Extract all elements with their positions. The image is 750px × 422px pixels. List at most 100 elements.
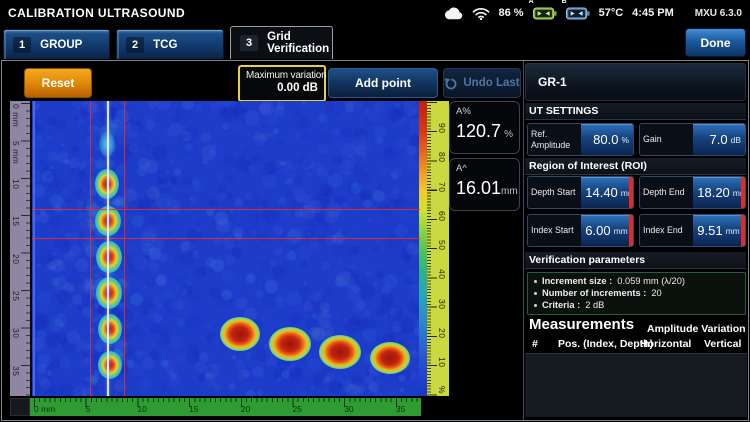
index-cursor-line: [107, 101, 109, 396]
tab-tcg-number: 2: [126, 36, 145, 53]
axis-label: 10: [11, 178, 21, 190]
ruler-corner: [10, 398, 30, 416]
undo-last-button[interactable]: Undo Last: [443, 68, 521, 98]
group-selector[interactable]: GR-1: [525, 63, 746, 101]
scan-edge-line: [33, 101, 35, 396]
axis-label: 0 mm: [11, 104, 21, 128]
measurements-table: [525, 353, 747, 417]
depth-end-field[interactable]: Depth End 18.20 mm: [639, 176, 746, 209]
axis-label: 60: [437, 210, 447, 222]
ref-amplitude-value: 80.0: [593, 132, 619, 147]
gain-value: 7.0: [709, 132, 728, 147]
gain-label: Gain: [640, 124, 694, 155]
done-button[interactable]: Done: [685, 28, 746, 57]
depth-end-value: 18.20: [697, 185, 730, 200]
axis-label: 40: [437, 269, 447, 280]
temperature: 57°C: [598, 7, 624, 19]
axis-label: 15: [189, 404, 199, 414]
depth-end-unit: mm: [732, 187, 746, 198]
axis-label: 30: [437, 298, 447, 309]
calibration-screen: CALIBRATION ULTRASOUND 86 % A B 57°C 4:4…: [0, 0, 750, 422]
depth-end-label: Depth End: [640, 177, 694, 208]
axis-label: 70: [437, 181, 447, 192]
col-header-vertical: Vertical: [704, 338, 742, 350]
axis-label: 5: [85, 404, 91, 414]
battery-a-icon: A: [529, 0, 557, 20]
axis-label: 20: [437, 327, 447, 339]
amplitude-palette: [419, 101, 427, 396]
index-start-field[interactable]: Index Start 6.00 mm: [527, 214, 634, 247]
gain-field[interactable]: Gain 7.0 dB: [639, 123, 746, 156]
depth-start-label: Depth Start: [528, 177, 582, 208]
bullet-icon: [534, 291, 537, 295]
index-end-field[interactable]: Index End 9.51 mm: [639, 214, 746, 247]
ref-amplitude-field[interactable]: Ref. Amplitude 80.0 %: [527, 123, 634, 156]
amplitude-ruler: 90 80 70 60 50 40 30 20 10 0 %: [427, 101, 449, 396]
maximum-variation-field[interactable]: Maximum variation 0.00 dB: [238, 65, 327, 102]
axis-label: 80: [437, 152, 447, 163]
cloud-icon: [443, 7, 463, 20]
axis-label: 50: [437, 240, 447, 251]
tab-tcg-label: TCG: [153, 38, 178, 51]
index-start-label: Index Start: [528, 215, 582, 246]
bullet-icon: [534, 303, 537, 307]
tab-group-label: GROUP: [40, 38, 83, 51]
readout-amplitude[interactable]: A% 120.7 %: [449, 101, 520, 154]
verification-item: Increment size : 0.059 mm (λ/20): [534, 276, 739, 286]
ref-amplitude-label: Ref. Amplitude: [528, 124, 582, 155]
tab-tcg[interactable]: 2 TCG: [116, 29, 224, 59]
axis-label: 25: [11, 291, 21, 302]
verification-parameters-box: Increment size : 0.059 mm (λ/20) Number …: [527, 272, 746, 315]
depth-start-unit: mm: [620, 187, 634, 198]
screen-title: CALIBRATION ULTRASOUND: [8, 6, 186, 20]
roi-depth-line: [32, 238, 420, 239]
verification-parameters-header: Verification parameters: [525, 252, 746, 269]
depth-ruler: 0 mm 5 mm 10 15 20 25 30 35: [10, 101, 30, 396]
reset-button[interactable]: Reset: [24, 68, 92, 98]
scan-overlay: [32, 101, 420, 396]
axis-label: 15: [11, 216, 21, 227]
readout-amplitude-value: 120.7: [456, 121, 502, 141]
reflector-indication: [98, 351, 122, 379]
index-ruler: 0 mm 5 10 15 20 25 30 35: [30, 398, 421, 416]
tab-grid-verification-number: 3: [240, 35, 259, 51]
axis-label: 10: [437, 357, 447, 368]
axis-label: 20: [11, 253, 21, 265]
index-start-value: 6.00: [585, 223, 611, 238]
software-version: MXU 6.3.0: [694, 7, 742, 19]
add-point-button[interactable]: Add point: [328, 68, 438, 98]
maximum-variation-value: 0.00 dB: [277, 82, 318, 94]
reflector-indication: [220, 317, 260, 351]
tab-grid-verification[interactable]: 3 Grid Verification: [230, 26, 333, 59]
ref-amplitude-unit: %: [621, 134, 629, 145]
measurements-title: Measurements: [529, 316, 635, 333]
reflector-indication: [370, 342, 410, 374]
tab-group[interactable]: 1 GROUP: [3, 29, 110, 59]
roi-index-line: [90, 101, 91, 396]
axis-label: 20: [240, 404, 251, 414]
axis-label: 10: [137, 404, 147, 414]
index-end-value: 9.51: [697, 223, 723, 238]
index-end-unit: mm: [725, 225, 740, 236]
battery-percentage: 86 %: [498, 7, 524, 19]
roi-index-line: [124, 101, 125, 396]
roi-depth-line: [32, 209, 420, 210]
col-header-number: #: [532, 338, 538, 350]
reflector-indication: [98, 314, 122, 344]
depth-start-field[interactable]: Depth Start 14.40 mm: [527, 176, 634, 209]
undo-last-label: Undo Last: [463, 77, 520, 89]
panel-divider: [523, 61, 524, 420]
verification-item: Criteria : 2 dB: [534, 300, 739, 310]
axis-label: 90: [437, 123, 447, 134]
axis-label: 0 mm: [34, 404, 56, 414]
maximum-variation-label: Maximum variation: [246, 70, 327, 81]
readout-depth-value: 16.01: [456, 178, 502, 198]
battery-b-icon: B: [562, 0, 590, 20]
axis-label: 5 mm: [11, 141, 21, 165]
wifi-icon: [472, 7, 490, 20]
ut-settings-header: UT SETTINGS: [525, 103, 746, 120]
readout-depth[interactable]: A^ 16.01 mm: [449, 158, 520, 211]
readout-amplitude-label: A%: [456, 106, 471, 117]
roi-header: Region of Interest (ROI): [525, 158, 746, 175]
axis-label: 30: [344, 404, 354, 414]
